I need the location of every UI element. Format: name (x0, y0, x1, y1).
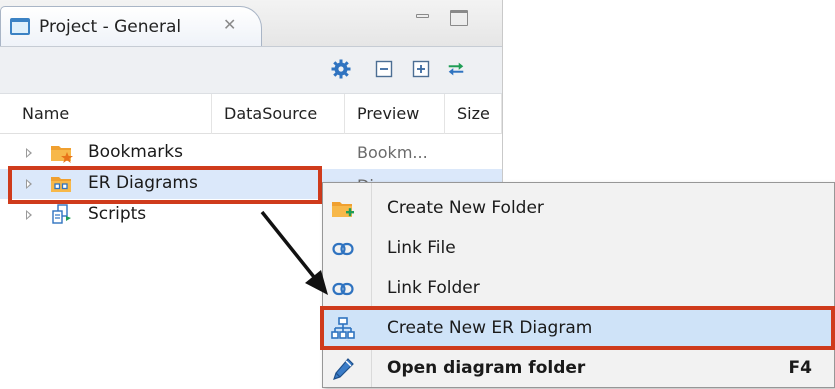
menu-label: Link Folder (387, 278, 480, 298)
tree-label-scripts: Scripts (88, 204, 147, 224)
tree-row-bookmarks[interactable]: Bookmarks Bookm... (0, 138, 502, 168)
menu-item-link-folder[interactable]: Link Folder (323, 269, 834, 309)
tab-project-general[interactable]: Project - General ✕ (0, 6, 262, 48)
minimize-icon[interactable] (414, 10, 432, 26)
column-size[interactable]: Size (445, 94, 502, 134)
maximize-icon[interactable] (450, 10, 468, 26)
menu-shortcut: F4 (788, 358, 812, 378)
expand-all-icon[interactable] (411, 59, 431, 79)
pencil-icon (331, 357, 355, 381)
scripts-icon (50, 204, 74, 226)
panel-toolbar (0, 46, 502, 94)
tab-close-icon[interactable]: ✕ (223, 15, 236, 34)
bookmarks-folder-icon (50, 142, 74, 164)
column-name[interactable]: Name (0, 94, 212, 134)
context-menu: Create New Folder Link File Link Folder (322, 182, 835, 388)
column-header: Name DataSource Preview Size (0, 94, 502, 134)
preview-value-bookmarks: Bookm... (357, 143, 428, 162)
menu-item-open-diagram-folder[interactable]: Open diagram folder F4 (323, 349, 834, 389)
project-window-icon (10, 18, 30, 35)
expand-arrow-icon[interactable] (26, 210, 32, 220)
create-er-diagram-highlight-box (320, 306, 835, 350)
link-icon (331, 277, 355, 301)
column-datasource[interactable]: DataSource (212, 94, 345, 134)
menu-item-create-new-folder[interactable]: Create New Folder (323, 189, 834, 229)
menu-label: Link File (387, 238, 456, 258)
menu-label: Open diagram folder (387, 358, 586, 378)
panel-tab-bar: Project - General ✕ (0, 0, 502, 48)
er-diagrams-highlight-box (8, 166, 322, 204)
link-icon (331, 237, 355, 261)
collapse-all-icon[interactable] (374, 59, 394, 79)
link-with-editor-icon[interactable] (446, 59, 466, 79)
new-folder-icon (331, 197, 355, 221)
menu-label: Create New Folder (387, 198, 544, 218)
tree-label-bookmarks: Bookmarks (88, 142, 183, 162)
gear-icon[interactable] (331, 59, 351, 79)
column-preview[interactable]: Preview (345, 94, 445, 134)
expand-arrow-icon[interactable] (26, 148, 32, 158)
tab-title: Project - General (39, 17, 182, 37)
menu-item-link-file[interactable]: Link File (323, 229, 834, 269)
